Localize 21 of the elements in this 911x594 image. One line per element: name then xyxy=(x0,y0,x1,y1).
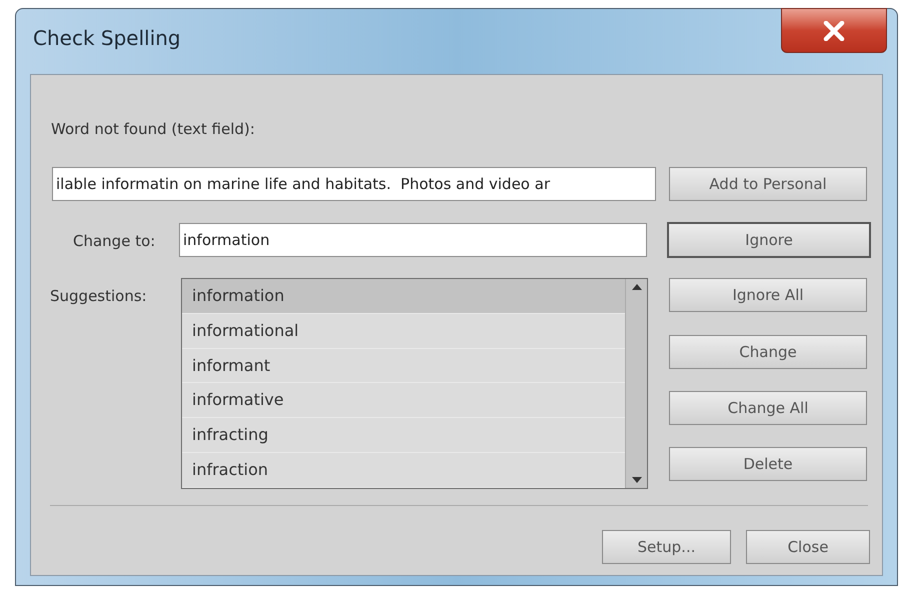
window-title: Check Spelling xyxy=(33,25,181,52)
dialog-button[interactable]: Add to Personal xyxy=(669,167,867,201)
field-label: Change to: xyxy=(73,231,156,252)
dialog-button[interactable]: Setup... xyxy=(602,530,731,564)
suggestion-item[interactable]: informant xyxy=(182,348,625,384)
change-to-field[interactable]: information xyxy=(179,223,647,257)
scroll-down-icon[interactable] xyxy=(632,477,642,483)
close-button[interactable] xyxy=(781,8,887,53)
scrollbar[interactable] xyxy=(625,279,647,488)
dialog-button[interactable]: Ignore All xyxy=(669,278,867,312)
dialog-button[interactable]: Delete xyxy=(669,447,867,481)
dialog-button[interactable]: Change All xyxy=(669,391,867,425)
dialog-button[interactable]: Ignore xyxy=(667,222,871,258)
field-label: Word not found (text field): xyxy=(51,119,255,140)
dialog-button[interactable]: Close xyxy=(746,530,870,564)
word-field[interactable]: ilable informatin on marine life and habitats. Photos and video ar xyxy=(52,167,656,201)
close-icon xyxy=(823,20,845,40)
suggestion-item[interactable]: information xyxy=(182,279,625,314)
dialog-button[interactable]: Change xyxy=(669,335,867,369)
scroll-up-icon[interactable] xyxy=(632,284,642,290)
field-label: Suggestions: xyxy=(50,286,147,307)
